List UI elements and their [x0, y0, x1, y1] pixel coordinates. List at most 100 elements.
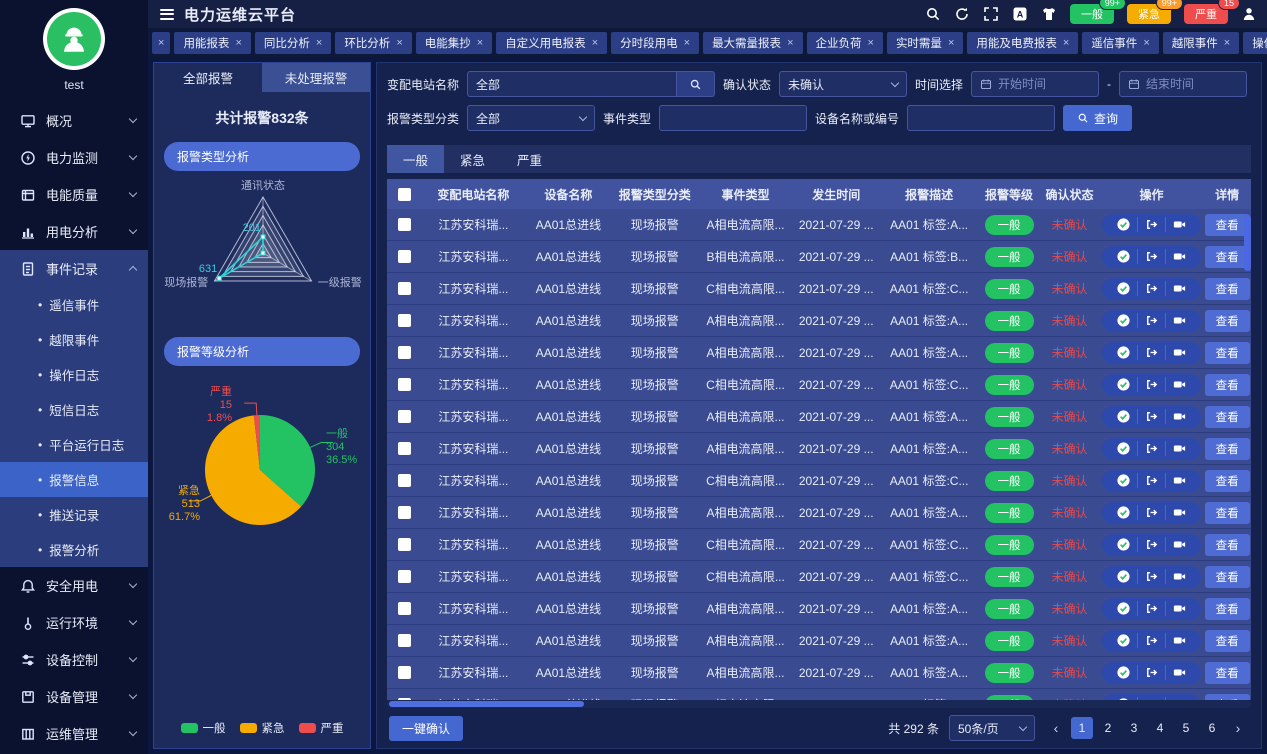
table-row[interactable]: 江苏安科瑞... AA01总进线 现场报警 A相电流高限... 2021-07-…: [387, 401, 1251, 433]
sidebar-subitem-报警信息[interactable]: •报警信息: [0, 462, 148, 497]
page-1[interactable]: 1: [1071, 717, 1093, 739]
row-checkbox[interactable]: [398, 314, 411, 327]
tab-close-icon[interactable]: ×: [158, 37, 164, 49]
select-all-checkbox[interactable]: [398, 188, 411, 201]
sidebar-item-运维管理[interactable]: 运维管理: [0, 715, 148, 752]
table-row[interactable]: 江苏安科瑞... AA01总进线 现场报警 A相电流高限... 2021-07-…: [387, 433, 1251, 465]
page-5[interactable]: 5: [1175, 717, 1197, 739]
view-button[interactable]: 查看: [1205, 374, 1250, 396]
tab-close-icon[interactable]: ×: [868, 37, 874, 49]
device-name-input[interactable]: [907, 105, 1055, 131]
tab-越限事件[interactable]: 越限事件×: [1163, 32, 1239, 54]
sidebar-item-安全用电[interactable]: 安全用电: [0, 567, 148, 604]
tab-close-icon[interactable]: ×: [1063, 37, 1069, 49]
sidebar-item-设备管理[interactable]: 设备管理: [0, 678, 148, 715]
forward-icon[interactable]: [1137, 281, 1165, 296]
row-checkbox[interactable]: [398, 442, 411, 455]
sidebar-subitem-遥信事件[interactable]: •遥信事件: [0, 287, 148, 322]
confirm-icon[interactable]: [1110, 313, 1137, 328]
sidebar-item-概况[interactable]: 概况: [0, 102, 148, 139]
tab-close-icon[interactable]: ×: [592, 37, 598, 49]
confirm-all-button[interactable]: 一键确认: [389, 716, 463, 741]
view-button[interactable]: 查看: [1205, 246, 1250, 268]
table-row[interactable]: 江苏安科瑞... AA01总进线 现场报警 C相电流高限... 2021-07-…: [387, 465, 1251, 497]
station-input[interactable]: [476, 77, 668, 91]
confirm-icon[interactable]: [1110, 665, 1137, 680]
translate-icon[interactable]: A: [1012, 6, 1028, 22]
page-6[interactable]: 6: [1201, 717, 1223, 739]
header-badge-urgent[interactable]: 紧急 99+: [1127, 4, 1171, 24]
confirm-icon[interactable]: [1110, 345, 1137, 360]
sidebar-item-设备控制[interactable]: 设备控制: [0, 641, 148, 678]
row-checkbox[interactable]: [398, 570, 411, 583]
table-row[interactable]: 江苏安科瑞... AA01总进线 现场报警 A相电流高限... 2021-07-…: [387, 209, 1251, 241]
tab-同比分析[interactable]: 同比分析×: [255, 32, 331, 54]
next-page-button[interactable]: ›: [1227, 717, 1249, 739]
forward-icon[interactable]: [1137, 345, 1165, 360]
sidebar-subitem-报警分析[interactable]: •报警分析: [0, 532, 148, 567]
confirm-icon[interactable]: [1110, 217, 1137, 232]
tab-close-icon[interactable]: ×: [787, 37, 793, 49]
video-icon[interactable]: [1165, 601, 1193, 616]
video-icon[interactable]: [1165, 313, 1193, 328]
hamburger-menu-icon[interactable]: [160, 9, 174, 20]
forward-icon[interactable]: [1137, 569, 1165, 584]
table-row[interactable]: 江苏安科瑞... AA01总进线 现场报警 B相电流高限... 2021-07-…: [387, 241, 1251, 273]
table-row[interactable]: 江苏安科瑞... AA01总进线 现场报警 C相电流高限... 2021-07-…: [387, 273, 1251, 305]
video-icon[interactable]: [1165, 345, 1193, 360]
tab-close-icon[interactable]: ×: [316, 37, 322, 49]
confirm-icon[interactable]: [1110, 377, 1137, 392]
view-button[interactable]: 查看: [1205, 598, 1250, 620]
confirm-icon[interactable]: [1110, 569, 1137, 584]
tab-all-alarms[interactable]: 全部报警: [154, 63, 262, 92]
confirm-status-select[interactable]: 未确认: [779, 71, 907, 97]
table-row[interactable]: 江苏安科瑞... AA01总进线 现场报警 A相电流高限... 2021-07-…: [387, 305, 1251, 337]
tab-企业负荷[interactable]: 企业负荷×: [807, 32, 883, 54]
row-checkbox[interactable]: [398, 474, 411, 487]
view-button[interactable]: 查看: [1205, 310, 1250, 332]
table-row[interactable]: 江苏安科瑞... AA01总进线 现场报警 A相电流高限... 2021-07-…: [387, 593, 1251, 625]
header-badge-severe[interactable]: 严重 15: [1184, 4, 1228, 24]
view-button[interactable]: 查看: [1205, 470, 1250, 492]
tab-遥信事件[interactable]: 遥信事件×: [1082, 32, 1158, 54]
page-2[interactable]: 2: [1097, 717, 1119, 739]
forward-icon[interactable]: [1137, 217, 1165, 232]
tab-用能及电费报表[interactable]: 用能及电费报表×: [967, 32, 1078, 54]
forward-icon[interactable]: [1137, 537, 1165, 552]
start-time-field[interactable]: [998, 77, 1090, 91]
tab-电能集抄[interactable]: 电能集抄×: [416, 32, 492, 54]
video-icon[interactable]: [1165, 505, 1193, 520]
alarm-type-select[interactable]: 全部: [467, 105, 595, 131]
tab-环比分析[interactable]: 环比分析×: [335, 32, 411, 54]
forward-icon[interactable]: [1137, 377, 1165, 392]
tab-close-icon[interactable]: ×: [235, 37, 241, 49]
event-type-field[interactable]: [668, 111, 798, 125]
row-checkbox[interactable]: [398, 506, 411, 519]
sidebar-item-用电分析[interactable]: 用电分析: [0, 213, 148, 250]
row-checkbox[interactable]: [398, 378, 411, 391]
sidebar-item-电力监测[interactable]: 电力监测: [0, 139, 148, 176]
video-icon[interactable]: [1165, 249, 1193, 264]
view-button[interactable]: 查看: [1205, 566, 1250, 588]
table-row[interactable]: 江苏安科瑞... AA01总进线 现场报警 C相电流高限... 2021-07-…: [387, 369, 1251, 401]
video-icon[interactable]: [1165, 409, 1193, 424]
query-button[interactable]: 查询: [1063, 105, 1132, 131]
forward-icon[interactable]: [1137, 505, 1165, 520]
forward-icon[interactable]: [1137, 633, 1165, 648]
table-row[interactable]: 江苏安科瑞... AA01总进线 现场报警 C相电流高限... 2021-07-…: [387, 689, 1251, 700]
row-checkbox[interactable]: [398, 282, 411, 295]
user-icon[interactable]: [1241, 6, 1257, 22]
table-row[interactable]: 江苏安科瑞... AA01总进线 现场报警 A相电流高限... 2021-07-…: [387, 337, 1251, 369]
table-row[interactable]: 江苏安科瑞... AA01总进线 现场报警 A相电流高限... 2021-07-…: [387, 625, 1251, 657]
tab-最大需量报表[interactable]: 最大需量报表×: [703, 32, 802, 54]
tab-操作日志[interactable]: 操作日志×: [1243, 32, 1267, 54]
level-tab-紧急[interactable]: 紧急: [444, 145, 501, 173]
header-badge-general[interactable]: 一般 99+: [1070, 4, 1114, 24]
view-button[interactable]: 查看: [1205, 438, 1250, 460]
video-icon[interactable]: [1165, 281, 1193, 296]
sidebar-subitem-推送记录[interactable]: •推送记录: [0, 497, 148, 532]
level-tab-一般[interactable]: 一般: [387, 145, 444, 173]
tab-close-icon[interactable]: ×: [684, 37, 690, 49]
search-icon[interactable]: [925, 6, 941, 22]
confirm-icon[interactable]: [1110, 409, 1137, 424]
